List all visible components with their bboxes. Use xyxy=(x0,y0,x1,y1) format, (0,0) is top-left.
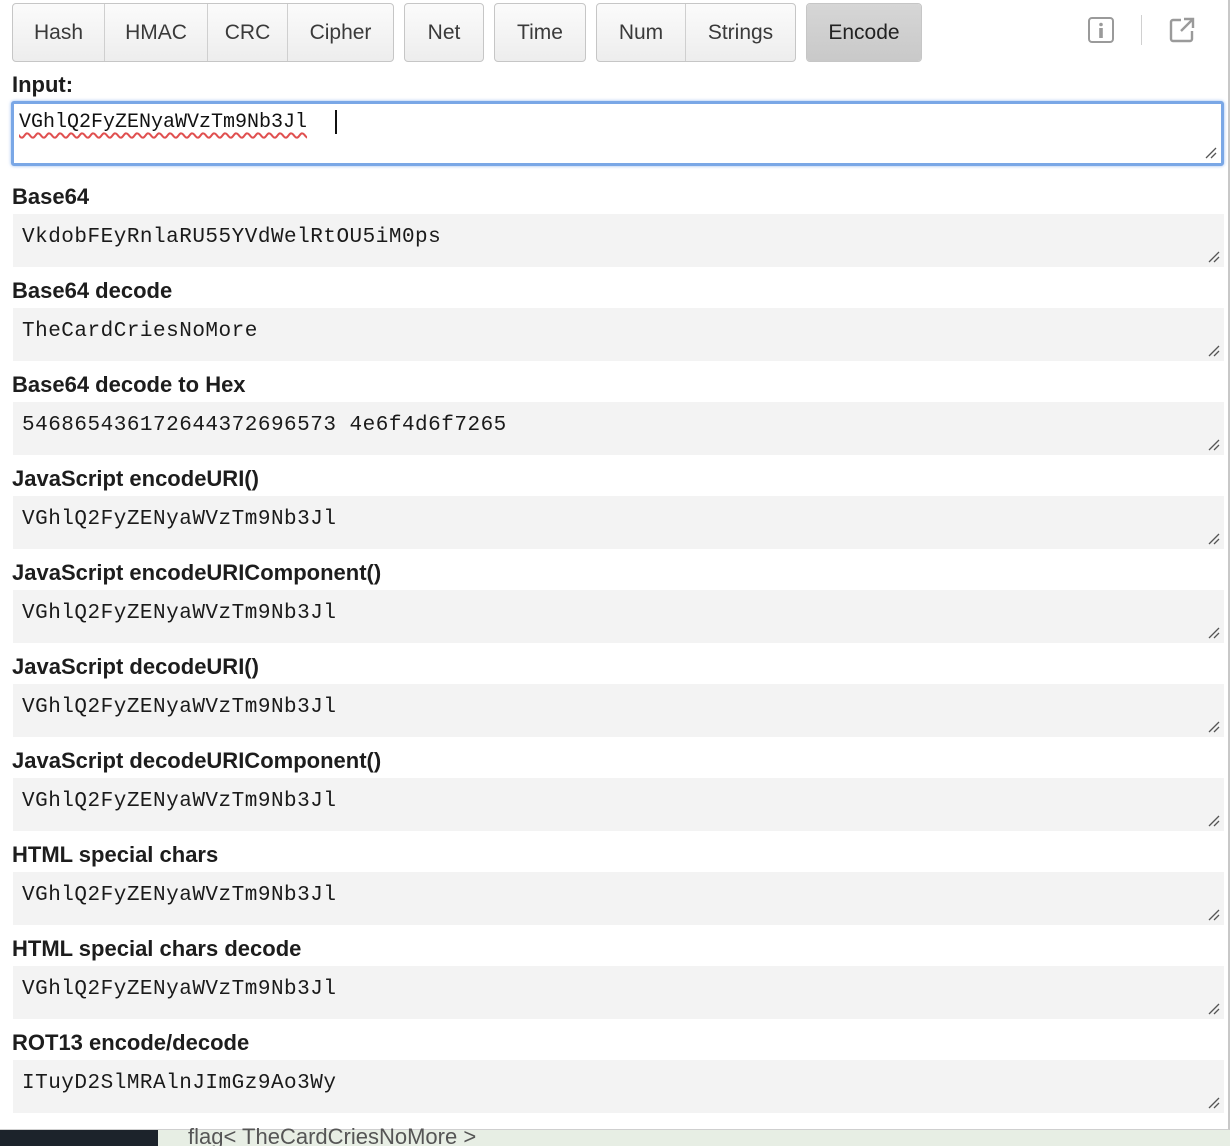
output-value: VGhlQ2FyZENyaWVzTm9Nb3Jl xyxy=(22,790,337,813)
resize-grip-icon[interactable] xyxy=(1206,719,1220,733)
tab-num[interactable]: Num xyxy=(597,4,686,61)
tab-group-hash: Hash HMAC CRC Cipher xyxy=(12,3,394,62)
tab-group-num: Num Strings xyxy=(596,3,796,62)
output-value: VkdobFEyRnlaRU55YVdWelRtOU5iM0ps xyxy=(22,226,442,249)
input-value: VGhlQ2FyZENyaWVzTm9Nb3Jl xyxy=(19,111,308,134)
resize-grip-icon[interactable] xyxy=(1206,531,1220,545)
output-textarea[interactable]: VGhlQ2FyZENyaWVzTm9Nb3Jl xyxy=(13,872,1224,925)
input-label: Input: xyxy=(12,72,74,97)
output-label: HTML special chars xyxy=(12,842,219,867)
output-textarea[interactable]: VGhlQ2FyZENyaWVzTm9Nb3Jl xyxy=(13,496,1224,549)
background-page xyxy=(0,1130,1230,1146)
toolbar-icons xyxy=(1085,14,1198,46)
output-label: JavaScript encodeURI() xyxy=(12,466,259,491)
output-textarea[interactable]: VGhlQ2FyZENyaWVzTm9Nb3Jl xyxy=(13,590,1224,643)
output-label: HTML special chars decode xyxy=(12,936,302,961)
tab-time[interactable]: Time xyxy=(495,4,585,61)
tab-net[interactable]: Net xyxy=(405,4,483,61)
toolbar-divider xyxy=(1141,15,1142,45)
output-textarea[interactable]: VGhlQ2FyZENyaWVzTm9Nb3Jl xyxy=(13,684,1224,737)
output-value: VGhlQ2FyZENyaWVzTm9Nb3Jl xyxy=(22,978,337,1001)
output-value: VGhlQ2FyZENyaWVzTm9Nb3Jl xyxy=(22,884,337,907)
resize-grip-icon[interactable] xyxy=(1206,1001,1220,1015)
tab-cipher[interactable]: Cipher xyxy=(288,4,393,61)
output-value: VGhlQ2FyZENyaWVzTm9Nb3Jl xyxy=(22,508,337,531)
output-textarea[interactable]: VkdobFEyRnlaRU55YVdWelRtOU5iM0ps xyxy=(13,214,1224,267)
text-caret xyxy=(335,110,337,134)
background-flag-text: flag< TheCardCriesNoMore > xyxy=(188,1124,477,1146)
tab-group-net: Net xyxy=(404,3,484,62)
output-label: ROT13 encode/decode xyxy=(12,1030,250,1055)
resize-grip-icon[interactable] xyxy=(1206,343,1220,357)
resize-grip-icon[interactable] xyxy=(1203,145,1217,159)
output-value: TheCardCriesNoMore xyxy=(22,320,258,343)
tab-encode[interactable]: Encode xyxy=(807,4,921,61)
output-label: Base64 decode to Hex xyxy=(12,372,246,397)
tab-crc[interactable]: CRC xyxy=(208,4,288,61)
output-value: VGhlQ2FyZENyaWVzTm9Nb3Jl xyxy=(22,696,337,719)
output-textarea[interactable]: 546865436172644372696573 4e6f4d6f7265 xyxy=(13,402,1224,455)
background-sidebar xyxy=(0,1130,158,1146)
output-label: Base64 decode xyxy=(12,278,173,303)
output-value: ITuyD2SlMRAlnJImGz9Ao3Wy xyxy=(22,1072,337,1095)
input-textarea[interactable]: VGhlQ2FyZENyaWVzTm9Nb3Jl xyxy=(11,101,1224,166)
resize-grip-icon[interactable] xyxy=(1206,437,1220,451)
resize-grip-icon[interactable] xyxy=(1206,1095,1220,1109)
tab-hmac[interactable]: HMAC xyxy=(105,4,208,61)
tab-group-time: Time xyxy=(494,3,586,62)
tab-strings[interactable]: Strings xyxy=(686,4,795,61)
tab-hash[interactable]: Hash xyxy=(13,4,105,61)
output-label: JavaScript encodeURIComponent() xyxy=(12,560,382,585)
output-textarea[interactable]: ITuyD2SlMRAlnJImGz9Ao3Wy xyxy=(13,1060,1224,1113)
resize-grip-icon[interactable] xyxy=(1206,249,1220,263)
output-label: JavaScript decodeURI() xyxy=(12,654,259,679)
output-textarea[interactable]: TheCardCriesNoMore xyxy=(13,308,1224,361)
output-value: VGhlQ2FyZENyaWVzTm9Nb3Jl xyxy=(22,602,337,625)
encoder-popup: Hash HMAC CRC Cipher Net Time Num String… xyxy=(0,0,1230,1130)
tab-group-encode: Encode xyxy=(806,3,922,62)
info-icon[interactable] xyxy=(1085,14,1117,46)
output-textarea[interactable]: VGhlQ2FyZENyaWVzTm9Nb3Jl xyxy=(13,778,1224,831)
output-value: 546865436172644372696573 4e6f4d6f7265 xyxy=(22,414,507,437)
resize-grip-icon[interactable] xyxy=(1206,813,1220,827)
output-textarea[interactable]: VGhlQ2FyZENyaWVzTm9Nb3Jl xyxy=(13,966,1224,1019)
resize-grip-icon[interactable] xyxy=(1206,907,1220,921)
external-link-icon[interactable] xyxy=(1166,14,1198,46)
output-label: JavaScript decodeURIComponent() xyxy=(12,748,382,773)
resize-grip-icon[interactable] xyxy=(1206,625,1220,639)
output-label: Base64 xyxy=(12,184,90,209)
